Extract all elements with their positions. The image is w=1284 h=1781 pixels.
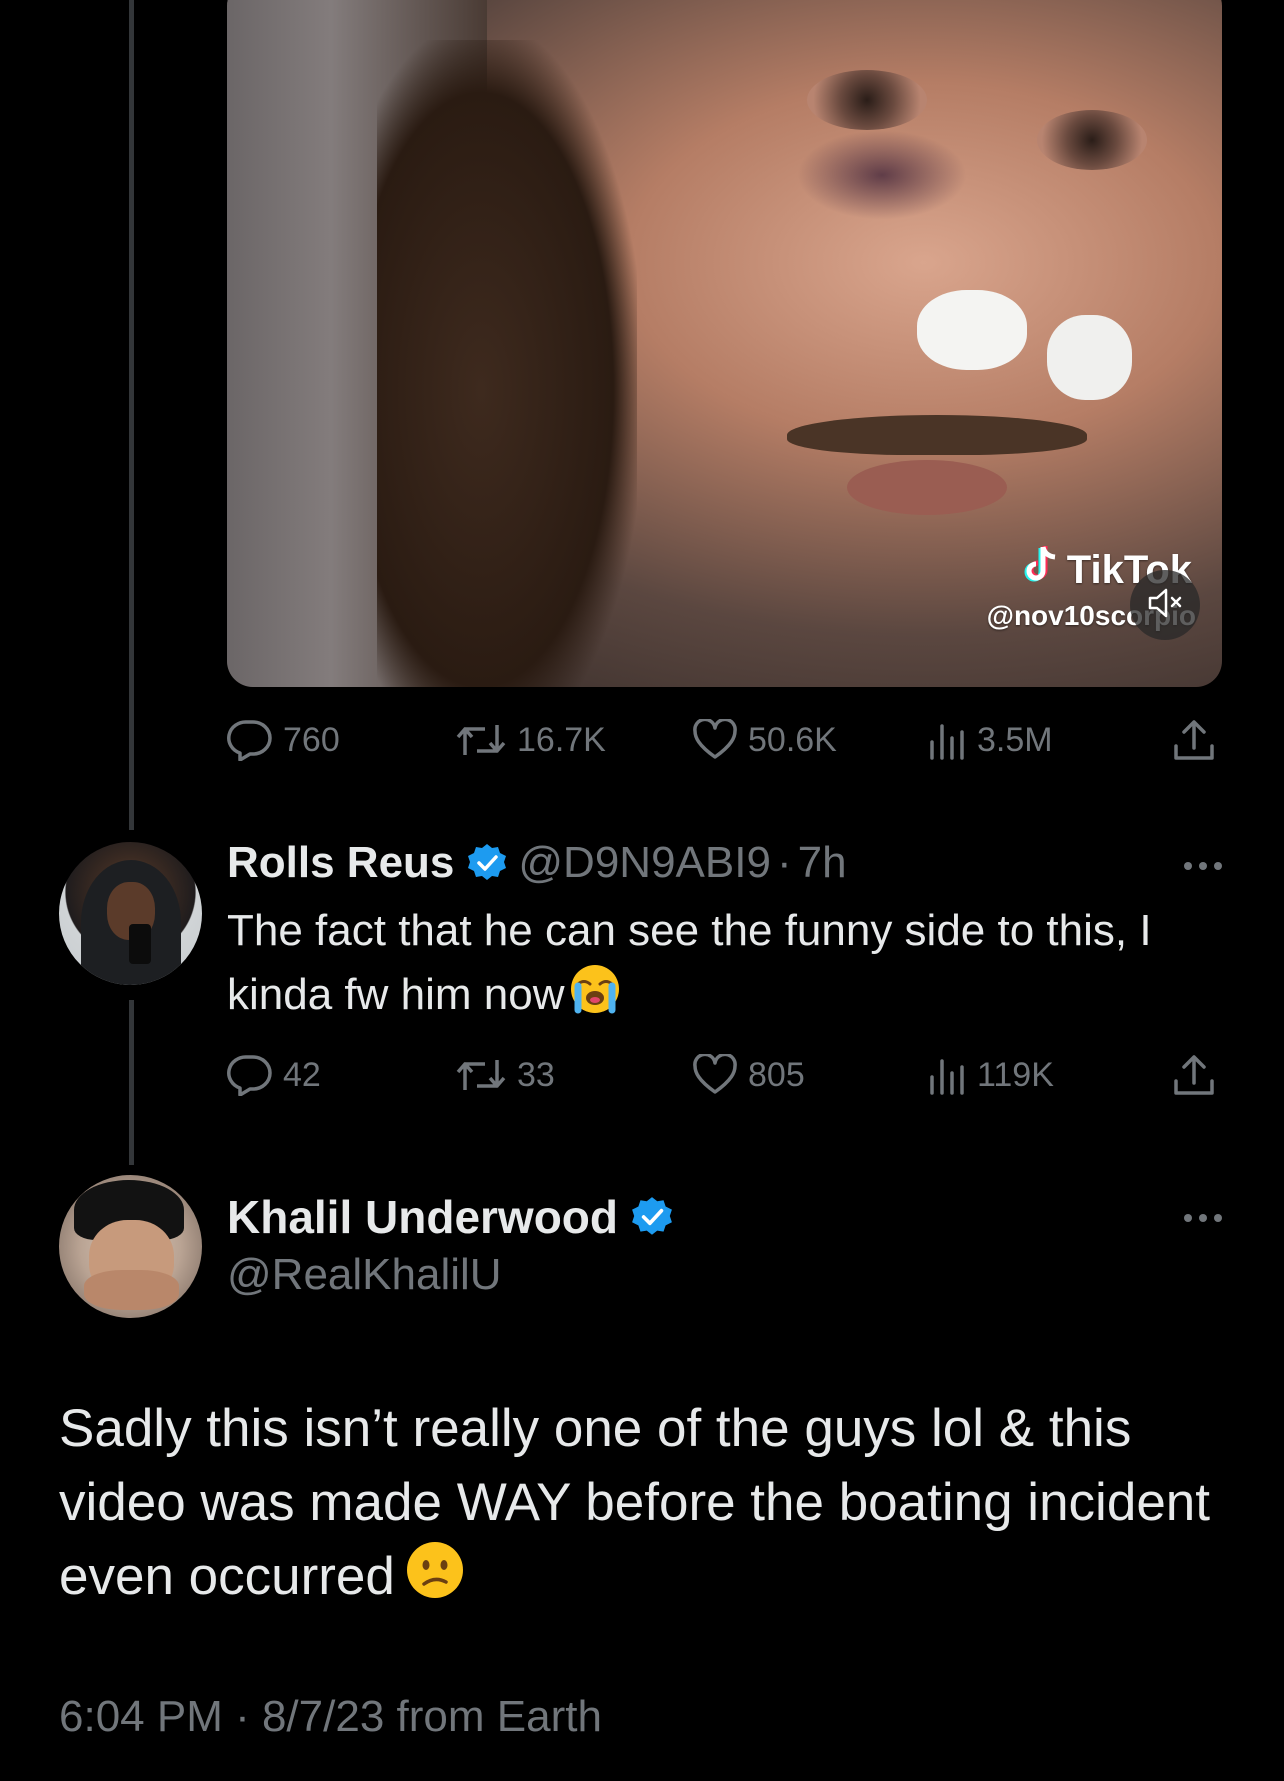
more-dot — [1214, 862, 1222, 870]
reply-author-handle[interactable]: @D9N9ABI9 — [518, 838, 771, 888]
video-hair — [377, 40, 637, 687]
views-count: 119K — [977, 1055, 1054, 1094]
reply-icon — [227, 719, 273, 761]
reply-count: 760 — [283, 720, 340, 759]
more-dot — [1184, 1214, 1192, 1222]
video-cotton-left — [917, 290, 1027, 370]
reply-action[interactable]: 760 — [227, 719, 340, 761]
more-dot — [1214, 1214, 1222, 1222]
share-icon — [1172, 1053, 1216, 1097]
reply-action-bar: 42 33 805 119K — [227, 1045, 1222, 1105]
reply-author-name[interactable]: Rolls Reus — [227, 838, 454, 888]
main-tweet-body: Sadly this isn’t really one of the guys … — [59, 1399, 1210, 1606]
share-action[interactable] — [1172, 1053, 1216, 1097]
reply-body: The fact that he can see the funny side … — [227, 906, 1152, 1020]
views-icon — [927, 720, 967, 760]
video-eye-left — [807, 70, 927, 130]
video-bruise — [797, 130, 967, 220]
retweet-action[interactable]: 33 — [455, 1056, 555, 1095]
verified-badge-icon — [466, 842, 508, 884]
avatar-phone — [129, 924, 151, 964]
speaker-muted-icon — [1147, 587, 1183, 624]
main-author-handle[interactable]: @RealKhalilU — [227, 1250, 502, 1300]
main-author-name[interactable]: Khalil Underwood — [227, 1190, 618, 1244]
loudly-crying-emoji-icon — [568, 962, 622, 1033]
reply-count: 42 — [283, 1055, 321, 1094]
main-more-button[interactable] — [1184, 1214, 1222, 1222]
like-action[interactable]: 805 — [692, 1054, 805, 1096]
video-cotton-right — [1047, 315, 1132, 400]
retweet-icon — [455, 1056, 507, 1094]
main-tweet-timestamp[interactable]: 6:04 PM · 8/7/23 from Earth — [59, 1692, 602, 1742]
like-count: 805 — [748, 1055, 805, 1094]
like-action[interactable]: 50.6K — [692, 719, 837, 761]
more-dot — [1199, 862, 1207, 870]
video-thumbnail[interactable]: TikTok @nov10scorpio — [227, 0, 1222, 687]
heart-icon — [692, 1054, 738, 1096]
avatar-khalil-underwood[interactable] — [59, 1175, 202, 1318]
retweet-count: 33 — [517, 1055, 555, 1094]
thread-line-middle — [129, 1000, 134, 1165]
reply-header: Rolls Reus @D9N9ABI9 · 7h — [227, 838, 847, 888]
video-mustache — [787, 415, 1087, 455]
reply-timestamp[interactable]: 7h — [798, 838, 847, 888]
reply-separator: · — [776, 838, 792, 887]
like-count: 50.6K — [748, 720, 837, 759]
reply-text: The fact that he can see the funny side … — [227, 900, 1177, 1033]
views-action[interactable]: 119K — [927, 1055, 1054, 1095]
confused-face-emoji-icon — [405, 1540, 465, 1620]
main-tweet-text: Sadly this isn’t really one of the guys … — [59, 1392, 1239, 1620]
heart-icon — [692, 719, 738, 761]
more-dot — [1184, 862, 1192, 870]
share-icon — [1172, 718, 1216, 762]
verified-badge-icon — [630, 1195, 674, 1239]
reply-icon — [227, 1054, 273, 1096]
views-icon — [927, 1055, 967, 1095]
video-eye-right — [1037, 110, 1147, 170]
more-dot — [1199, 1214, 1207, 1222]
reply-action[interactable]: 42 — [227, 1054, 321, 1096]
thread-line-top — [129, 0, 134, 830]
views-action[interactable]: 3.5M — [927, 720, 1053, 760]
share-action[interactable] — [1172, 718, 1216, 762]
retweet-icon — [455, 721, 507, 759]
views-count: 3.5M — [977, 720, 1053, 759]
main-author-row: Khalil Underwood — [227, 1190, 684, 1244]
media-tweet-action-bar: 760 16.7K 50.6K 3.5M — [227, 710, 1222, 770]
tiktok-logo-icon — [1023, 545, 1059, 595]
retweet-action[interactable]: 16.7K — [455, 721, 606, 760]
mute-button[interactable] — [1130, 570, 1200, 640]
retweet-count: 16.7K — [517, 720, 606, 759]
reply-more-button[interactable] — [1184, 862, 1222, 870]
avatar-hand — [84, 1270, 179, 1310]
video-mouth — [847, 460, 1007, 515]
avatar-rolls-reus[interactable] — [59, 842, 202, 985]
